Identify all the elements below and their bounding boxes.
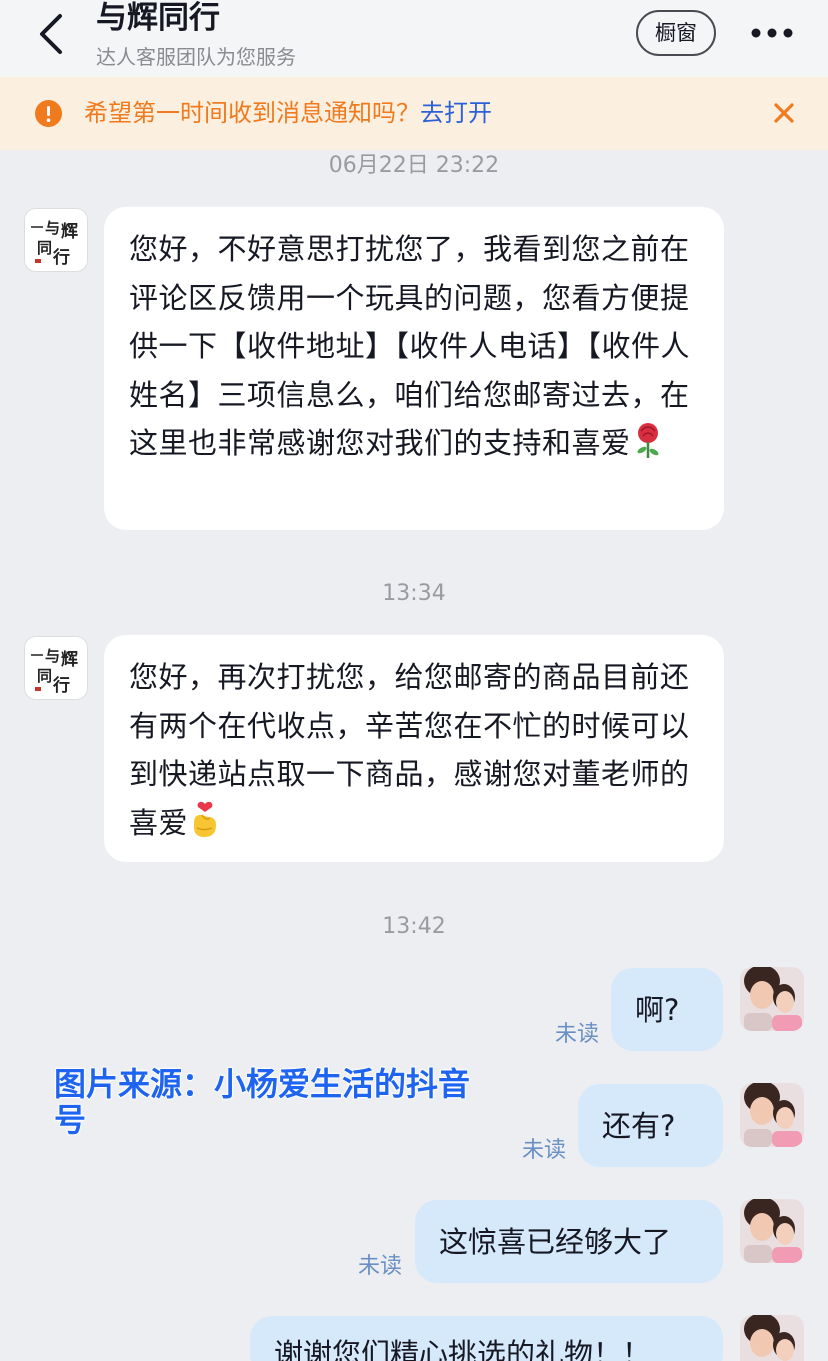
unread-status: 未读 bbox=[522, 1138, 567, 1163]
user-photo-icon bbox=[740, 1199, 804, 1263]
svg-text:行: 行 bbox=[52, 675, 70, 696]
message-text: 谢谢您们精心挑选的礼物！！ bbox=[274, 1337, 652, 1361]
user-avatar[interactable] bbox=[740, 1315, 804, 1361]
svg-text:同: 同 bbox=[37, 239, 52, 257]
image-source-watermark: 图片来源：小杨爱生活的抖音号 bbox=[53, 1065, 471, 1139]
warning-icon bbox=[35, 100, 62, 127]
message-text: 还有? bbox=[602, 1109, 676, 1143]
chat-subtitle: 达人客服团队为您服务 bbox=[96, 45, 296, 69]
svg-text:与: 与 bbox=[45, 647, 60, 665]
notification-prompt: 希望第一时间收到消息通知吗？去打开 bbox=[84, 97, 492, 129]
shop-window-button[interactable]: 橱窗 bbox=[636, 10, 716, 56]
brand-logo-icon: 与 辉 同 行 bbox=[25, 209, 87, 271]
outgoing-message[interactable]: 啊? bbox=[611, 968, 723, 1051]
incoming-message[interactable]: 您好，不好意思打扰您了，我看到您之前在评论区反馈用一个玩具的问题，您看方便提供一… bbox=[104, 207, 724, 530]
svg-text:同: 同 bbox=[37, 667, 52, 685]
svg-text:辉: 辉 bbox=[61, 650, 78, 670]
message-timestamp: 13:34 bbox=[382, 581, 446, 606]
outgoing-message[interactable]: 这惊喜已经够大了 bbox=[415, 1200, 723, 1283]
unread-status: 未读 bbox=[358, 1254, 403, 1279]
chat-header: 与辉同行 达人客服团队为您服务 橱窗 bbox=[0, 0, 828, 77]
close-banner-icon[interactable] bbox=[772, 101, 796, 125]
chat-title: 与辉同行 bbox=[96, 0, 220, 36]
notification-question: 希望第一时间收到消息通知吗？ bbox=[84, 99, 420, 127]
rose-icon bbox=[637, 423, 659, 459]
back-arrow-icon[interactable] bbox=[30, 12, 70, 56]
outgoing-message[interactable]: 谢谢您们精心挑选的礼物！！ bbox=[250, 1316, 723, 1361]
user-avatar[interactable] bbox=[740, 1083, 804, 1147]
brand-logo-icon: 与 辉 同 行 bbox=[25, 637, 87, 699]
message-timestamp: 06月22日 23:22 bbox=[328, 153, 500, 178]
user-avatar[interactable] bbox=[740, 1199, 804, 1263]
user-avatar[interactable] bbox=[740, 967, 804, 1031]
finger-heart-icon bbox=[194, 801, 217, 837]
more-options-icon[interactable] bbox=[750, 24, 794, 42]
message-text: 这惊喜已经够大了 bbox=[439, 1225, 672, 1259]
message-text: 啊? bbox=[635, 993, 680, 1027]
svg-text:与: 与 bbox=[45, 219, 60, 237]
user-photo-icon bbox=[740, 967, 804, 1031]
incoming-message[interactable]: 您好，再次打扰您，给您邮寄的商品目前还有两个在代收点，辛苦您在不忙的时候可以到快… bbox=[104, 635, 724, 862]
user-photo-icon bbox=[740, 1315, 804, 1361]
brand-avatar[interactable]: 与 辉 同 行 bbox=[24, 636, 88, 700]
message-text: 您好，不好意思打扰您了，我看到您之前在评论区反馈用一个玩具的问题，您看方便提供一… bbox=[129, 232, 691, 461]
user-photo-icon bbox=[740, 1083, 804, 1147]
outgoing-message[interactable]: 还有? bbox=[578, 1084, 723, 1167]
svg-text:行: 行 bbox=[52, 247, 70, 268]
enable-notifications-link[interactable]: 去打开 bbox=[420, 99, 492, 127]
message-timestamp: 13:42 bbox=[382, 914, 446, 939]
svg-text:辉: 辉 bbox=[61, 222, 78, 242]
notification-banner: 希望第一时间收到消息通知吗？去打开 bbox=[0, 77, 828, 150]
unread-status: 未读 bbox=[555, 1022, 600, 1047]
brand-avatar[interactable]: 与 辉 同 行 bbox=[24, 208, 88, 272]
